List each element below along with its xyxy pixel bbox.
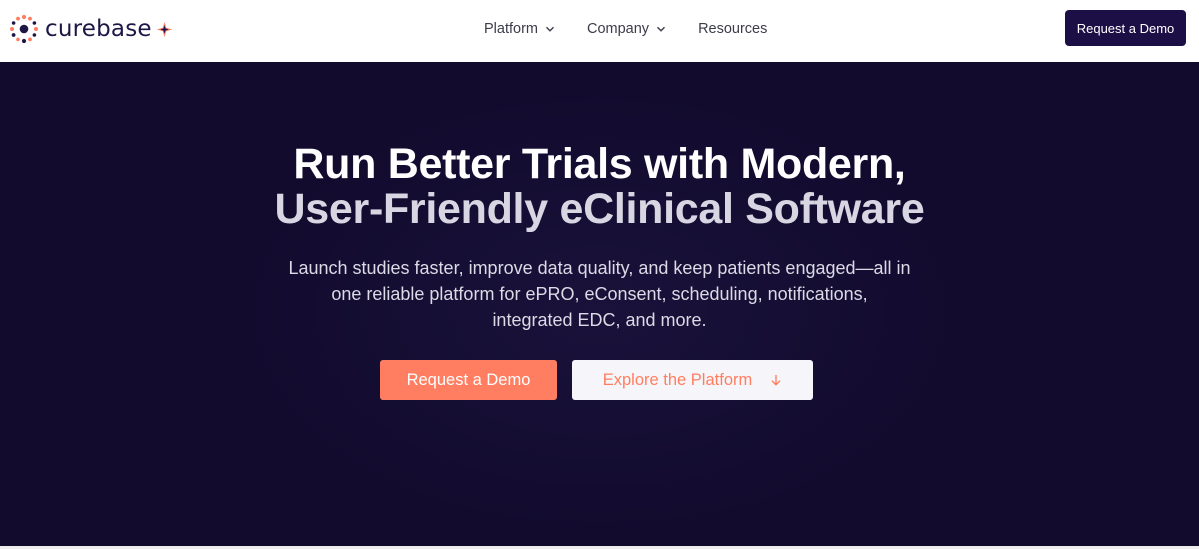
- hero-subtitle: Launch studies faster, improve data qual…: [0, 255, 1199, 333]
- chevron-down-icon: [657, 26, 666, 32]
- hero-subtitle-line-1: Launch studies faster, improve data qual…: [288, 258, 911, 278]
- sparkle-icon: [156, 21, 172, 37]
- hero-subtitle-line-3: integrated EDC, and more.: [492, 310, 707, 330]
- hero-section: Run Better Trials with Modern, User-Frie…: [0, 62, 1199, 546]
- curebase-logo[interactable]: curebase: [6, 9, 173, 49]
- nav-item-label: Resources: [698, 21, 768, 37]
- nav-item-label: Platform: [484, 21, 538, 37]
- hero-title-line-1: Run Better Trials with Modern,: [293, 140, 906, 188]
- chevron-down-icon: [546, 26, 554, 32]
- hero-title-line-2: User-Friendly eClinical Software: [274, 185, 925, 233]
- site-header: curebase Platform Company Resources Requ…: [0, 0, 1199, 62]
- explore-platform-button[interactable]: Explore the Platform: [572, 360, 813, 400]
- main-nav: Platform Company Resources: [484, 19, 767, 39]
- nav-item-platform[interactable]: Platform: [484, 21, 555, 37]
- nav-item-label: Company: [587, 21, 650, 37]
- hero-title: Run Better Trials with Modern, User-Frie…: [0, 142, 1199, 232]
- dotted-circle-logo-icon: [10, 14, 38, 44]
- nav-item-company[interactable]: Company: [587, 21, 666, 37]
- hero-subtitle-line-2: one reliable platform for ePRO, eConsent…: [331, 284, 868, 304]
- arrow-down-icon: [771, 375, 781, 386]
- brand-name: curebase: [45, 15, 152, 42]
- nav-item-resources[interactable]: Resources: [698, 21, 767, 37]
- hero-request-demo-button[interactable]: Request a Demo: [380, 360, 557, 400]
- explore-platform-label: Explore the Platform: [602, 370, 753, 389]
- header-request-demo-button[interactable]: Request a Demo: [1065, 10, 1186, 46]
